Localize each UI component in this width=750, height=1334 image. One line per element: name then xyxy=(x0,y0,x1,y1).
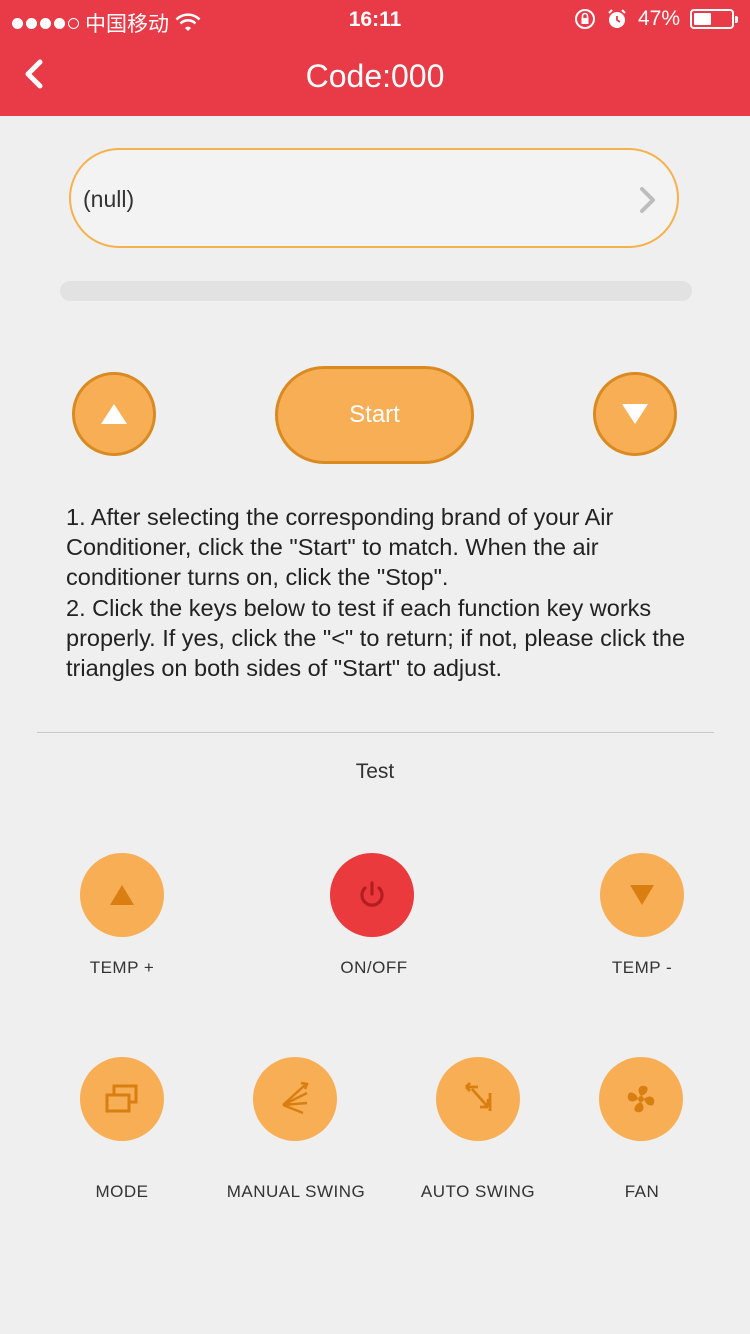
manual-swing-key[interactable] xyxy=(253,1057,337,1141)
rotation-lock-icon xyxy=(574,9,595,29)
temp-down-key[interactable] xyxy=(600,853,684,937)
page-title: Code:000 xyxy=(305,58,445,94)
instructions: 1. After selecting the corresponding bra… xyxy=(66,502,696,683)
auto-swing-label: AUTO SWING xyxy=(420,1182,536,1201)
instruction-step-1: 1. After selecting the corresponding bra… xyxy=(66,504,614,591)
app-header: 中国移动 16:11 47% Code:000 xyxy=(0,0,750,116)
mode-key[interactable] xyxy=(80,1057,164,1141)
battery-percent: 47% xyxy=(637,7,680,30)
mode-icon xyxy=(105,1084,138,1113)
previous-code-button[interactable] xyxy=(72,372,156,456)
temp-up-label: TEMP + xyxy=(89,958,155,977)
triangle-up-icon xyxy=(101,404,127,424)
triangle-down-icon xyxy=(630,885,654,905)
alarm-icon xyxy=(608,9,626,28)
battery-icon xyxy=(690,9,738,29)
start-button[interactable]: Start xyxy=(275,366,474,464)
test-section-title: Test xyxy=(355,760,395,783)
manual-swing-icon xyxy=(282,1081,309,1115)
status-bar: 中国移动 16:11 47% xyxy=(0,0,750,40)
instruction-step-2: 2. Click the keys below to test if each … xyxy=(66,594,686,682)
fan-key[interactable] xyxy=(599,1057,683,1141)
auto-swing-icon xyxy=(465,1082,492,1111)
status-right: 47% xyxy=(574,7,738,31)
auto-swing-key[interactable] xyxy=(436,1057,520,1141)
divider xyxy=(37,732,714,733)
fan-icon xyxy=(627,1085,655,1113)
mode-label: MODE xyxy=(95,1182,149,1201)
next-code-button[interactable] xyxy=(593,372,677,456)
match-progress-bar xyxy=(60,281,692,301)
temp-down-label: TEMP - xyxy=(611,958,673,977)
manual-swing-label: MANUAL SWING xyxy=(226,1182,366,1201)
nav-bar: Code:000 xyxy=(0,40,750,116)
power-key[interactable] xyxy=(330,853,414,937)
temp-up-key[interactable] xyxy=(80,853,164,937)
power-icon xyxy=(360,881,384,907)
triangle-down-icon xyxy=(622,404,648,424)
triangle-up-icon xyxy=(110,885,134,905)
chevron-right-icon xyxy=(640,187,655,213)
brand-selector[interactable]: (null) xyxy=(69,148,679,248)
fan-label: FAN xyxy=(624,1182,660,1201)
onoff-label: ON/OFF xyxy=(340,958,408,977)
brand-value: (null) xyxy=(83,186,135,212)
